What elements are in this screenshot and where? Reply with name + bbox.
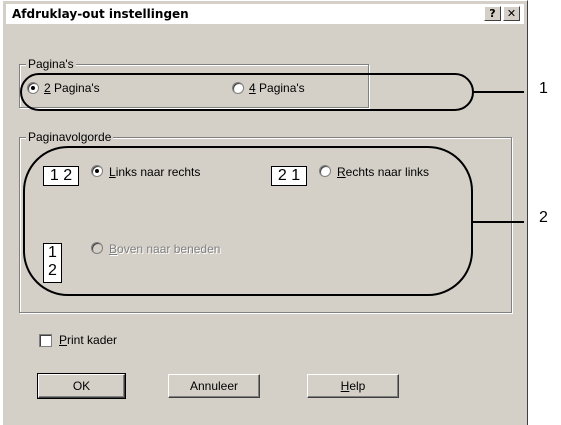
page-order-group-label: Paginavolgorde	[26, 130, 114, 144]
ok-button[interactable]: OK	[37, 373, 126, 399]
callout-line-2	[473, 221, 524, 223]
title-bar: Afdruklay-out instellingen ? ✕	[6, 4, 524, 24]
callout-number-2: 2	[539, 209, 548, 226]
window-title: Afdruklay-out instellingen	[12, 7, 189, 21]
close-button[interactable]: ✕	[503, 6, 520, 21]
callout-oval-2	[23, 146, 473, 296]
help-question-button[interactable]: ?	[484, 6, 501, 21]
print-frame-checkbox[interactable]	[39, 334, 52, 347]
help-button[interactable]: Help	[307, 374, 399, 398]
pages-group-label: Pagina's	[26, 57, 76, 71]
callout-number-1: 1	[539, 80, 548, 97]
print-frame-label[interactable]: Print kader	[59, 333, 117, 347]
callout-oval-1	[20, 73, 474, 111]
cancel-button[interactable]: Annuleer	[168, 374, 260, 398]
callout-line-1	[474, 91, 524, 93]
